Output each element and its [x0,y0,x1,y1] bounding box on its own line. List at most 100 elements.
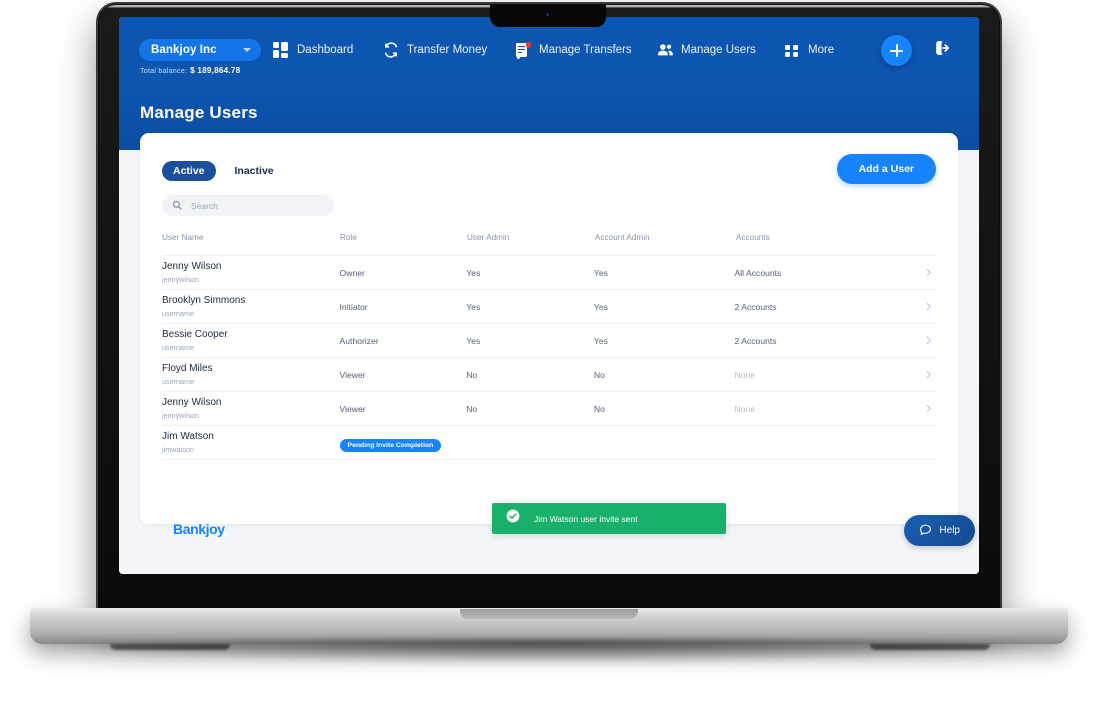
app-header: Bankjoy Inc Total balance: $ 189,864.78 D… [119,17,979,150]
laptop-base-notch [460,609,638,619]
chevron-right-icon[interactable] [894,301,936,312]
nav-item-dashboard[interactable]: Dashboard [273,39,353,61]
cell-accounts: All Accounts [734,267,782,278]
cell-role: Authorizer [339,335,379,346]
cell-user-name: Bessie Cooper username [162,329,340,352]
nav-label-manage-users: Manage Users [681,44,756,56]
chevron-right-icon[interactable] [894,335,936,346]
toast-message: Jim Watson user invite sent [534,513,638,524]
table-row[interactable]: Jim Watson jimwatson Pending Invite Comple… [162,426,936,460]
table-header-row: User Name Role User Admin Account Admin … [162,233,936,256]
cell-user-name: Brooklyn Simmons username [162,295,340,318]
cell-account-admin: No [593,369,605,380]
user-handle-label: username [162,308,194,318]
card-footer: Bankjoy Jim Watson user invite sent Help [140,503,979,557]
add-button[interactable] [881,35,912,66]
check-circle-icon [506,509,520,528]
cell-role: Viewer [339,369,366,380]
search-field[interactable] [162,195,334,216]
dashboard-grid-icon [273,42,289,58]
table-row[interactable]: Jenny Wilson jennywilson Viewer No No None [162,392,936,426]
help-label: Help [939,525,960,536]
nav-label-dashboard: Dashboard [297,44,354,56]
total-balance: Total balance: $ 189,864.78 [140,66,240,75]
user-name-label: Floyd Miles [162,363,213,375]
search-input[interactable] [189,199,303,212]
balance-value: $ 189,864.78 [190,66,241,75]
laptop-camera-notch [490,5,606,27]
cell-account-admin: Yes [593,335,608,346]
users-table: User Name Role User Admin Account Admin … [162,233,936,460]
column-header-user-name: User Name [162,233,204,242]
cell-user-admin: No [466,369,478,380]
column-header-role: Role [340,233,357,242]
balance-label: Total balance: [140,66,188,75]
nav-item-transfer-money[interactable]: Transfer Money [383,39,487,61]
org-name-label: Bankjoy Inc [151,44,217,56]
nav-item-manage-users[interactable]: Manage Users [657,39,756,61]
cell-user-admin: No [466,403,478,414]
user-handle-label: jennywilson [162,274,200,284]
user-name-label: Jenny Wilson [162,397,222,409]
status-tabs: Active Inactive [162,161,285,181]
page-body: Active Inactive Add a User User Name [119,133,979,574]
nav-label-more: More [808,44,835,56]
help-button[interactable]: Help [904,515,975,546]
nav-item-manage-transfers[interactable]: Manage Transfers [515,39,632,61]
status-badge: Pending Invite Completion [339,438,442,452]
page-title: Manage Users [140,103,258,122]
org-selector[interactable]: Bankjoy Inc [139,39,261,61]
chevron-right-icon[interactable] [894,267,936,278]
user-name-label: Jim Watson [162,431,214,443]
four-dots-icon [784,42,800,58]
cell-user-name: Jenny Wilson jennywilson [162,261,340,284]
refresh-arrows-icon [383,42,399,58]
users-icon [657,42,673,58]
cell-accounts: 2 Accounts [734,301,777,312]
screen: Bankjoy Inc Total balance: $ 189,864.78 D… [119,17,979,574]
cell-role: Owner [339,267,365,278]
cell-role: Initiator [339,301,368,312]
cell-user-admin: Yes [466,335,481,346]
user-name-label: Bessie Cooper [162,329,228,341]
cell-accounts: None [734,369,756,380]
cell-account-admin: Yes [593,301,608,312]
table-row[interactable]: Jenny Wilson jennywilson Owner Yes Yes All Ac… [162,256,936,290]
logout-icon[interactable] [934,39,952,57]
add-a-user-button[interactable]: Add a User [836,154,936,184]
tab-active[interactable]: Active [162,161,216,181]
chevron-right-icon[interactable] [894,369,936,380]
document-notification-icon [515,42,531,59]
cell-accounts: None [734,403,756,414]
table-row[interactable]: Brooklyn Simmons username Initiator Yes Yes 2… [162,290,936,324]
cell-account-admin: Yes [593,267,608,278]
user-handle-label: username [162,376,194,386]
cell-accounts: 2 Accounts [734,335,777,346]
column-header-account-admin: Account Admin [595,233,650,242]
cell-user-admin: Yes [466,301,481,312]
user-handle-label: jennywilson [162,410,200,420]
toast-notification: Jim Watson user invite sent [492,503,726,534]
laptop-mockup: Bankjoy Inc Total balance: $ 189,864.78 D… [0,0,1098,712]
chevron-down-icon [242,48,251,52]
table-body: Jenny Wilson jennywilson Owner Yes Yes All Ac… [162,256,936,460]
table-row[interactable]: Bessie Cooper username Authorizer Yes Yes 2 A… [162,324,936,358]
cell-user-name: Jenny Wilson jennywilson [162,397,340,420]
nav-label-manage-transfers: Manage Transfers [539,44,632,56]
cell-account-admin: No [593,403,605,414]
user-handle-label: username [162,342,194,352]
user-name-label: Brooklyn Simmons [162,295,246,307]
user-handle-label: jimwatson [162,444,194,454]
bankjoy-logo: Bankjoy [173,521,225,537]
chevron-right-icon[interactable] [894,403,936,414]
user-name-label: Jenny Wilson [162,261,222,273]
column-header-user-admin: User Admin [467,233,510,242]
chat-bubble-icon [919,523,932,539]
table-row[interactable]: Floyd Miles username Viewer No No None [162,358,936,392]
laptop-foot-left [110,644,230,650]
users-card: Active Inactive Add a User User Name [140,133,975,546]
nav-item-more[interactable]: More [784,39,834,61]
column-header-accounts: Accounts [736,233,770,242]
cell-user-name: Jim Watson jimwatson [162,431,340,454]
tab-inactive[interactable]: Inactive [224,161,285,181]
